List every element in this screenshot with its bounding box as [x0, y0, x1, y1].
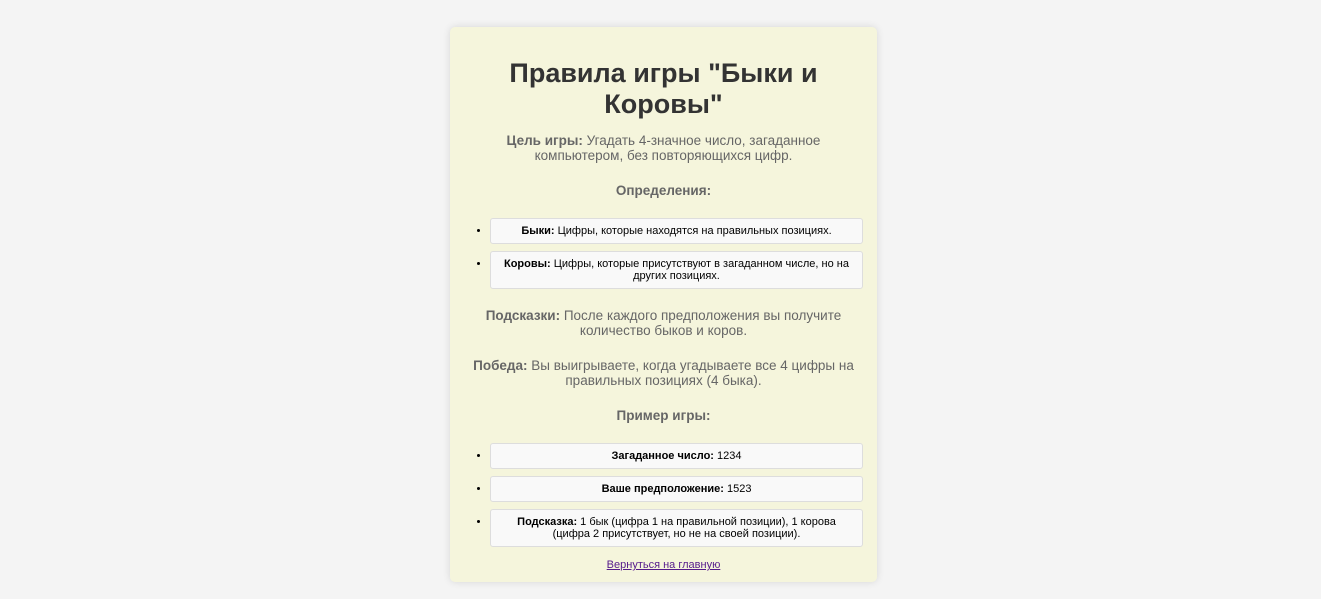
example-text: 1523 — [723, 483, 752, 495]
example-guess: Ваше предположение: 1523 — [490, 476, 863, 502]
example-term: Ваше предположение: — [601, 483, 724, 495]
win-paragraph: Победа: Вы выигрываете, когда угадываете… — [464, 358, 863, 388]
example-term: Подсказка: — [517, 516, 578, 528]
goal-paragraph: Цель игры: Угадать 4-значное число, зага… — [464, 133, 863, 163]
definition-text: Цифры, которые находятся на правильных п… — [554, 225, 832, 237]
example-secret-number: Загаданное число: 1234 — [490, 443, 863, 469]
example-text: 1234 — [713, 450, 742, 462]
definitions-heading: Определения: — [615, 183, 712, 198]
definitions-list: Быки: Цифры, которые находятся на правил… — [464, 218, 863, 289]
definition-term: Быки: — [521, 225, 555, 237]
hints-text: После каждого предположения вы получите … — [560, 308, 842, 338]
example-hint: Подсказка: 1 бык (цифра 1 на правильной … — [490, 509, 863, 547]
definition-cows: Коровы: Цифры, которые присутствуют в за… — [490, 251, 863, 289]
win-label: Победа: — [473, 358, 528, 373]
rules-card: Правила игры "Быки и Коровы" Цель игры: … — [450, 27, 877, 582]
page-title: Правила игры "Быки и Коровы" — [509, 58, 818, 119]
definition-bulls: Быки: Цифры, которые находятся на правил… — [490, 218, 863, 244]
example-text: 1 бык (цифра 1 на правильной позиции), 1… — [552, 516, 836, 540]
definition-text: Цифры, которые присутствуют в загаданном… — [550, 258, 849, 282]
goal-label: Цель игры: — [506, 133, 583, 148]
win-text: Вы выигрываете, когда угадываете все 4 ц… — [527, 358, 854, 388]
list-item: Быки: Цифры, которые находятся на правил… — [490, 218, 863, 244]
list-item: Ваше предположение: 1523 — [490, 476, 863, 502]
list-item: Подсказка: 1 бык (цифра 1 на правильной … — [490, 509, 863, 547]
example-heading: Пример игры: — [616, 408, 711, 423]
hints-label: Подсказки: — [485, 308, 561, 323]
example-list: Загаданное число: 1234 Ваше предположени… — [464, 443, 863, 547]
hints-paragraph: Подсказки: После каждого предположения в… — [464, 308, 863, 338]
list-item: Загаданное число: 1234 — [490, 443, 863, 469]
list-item: Коровы: Цифры, которые присутствуют в за… — [490, 251, 863, 289]
definition-term: Коровы: — [504, 258, 551, 270]
example-term: Загаданное число: — [611, 450, 714, 462]
back-to-home-link[interactable]: Вернуться на главную — [607, 559, 721, 571]
